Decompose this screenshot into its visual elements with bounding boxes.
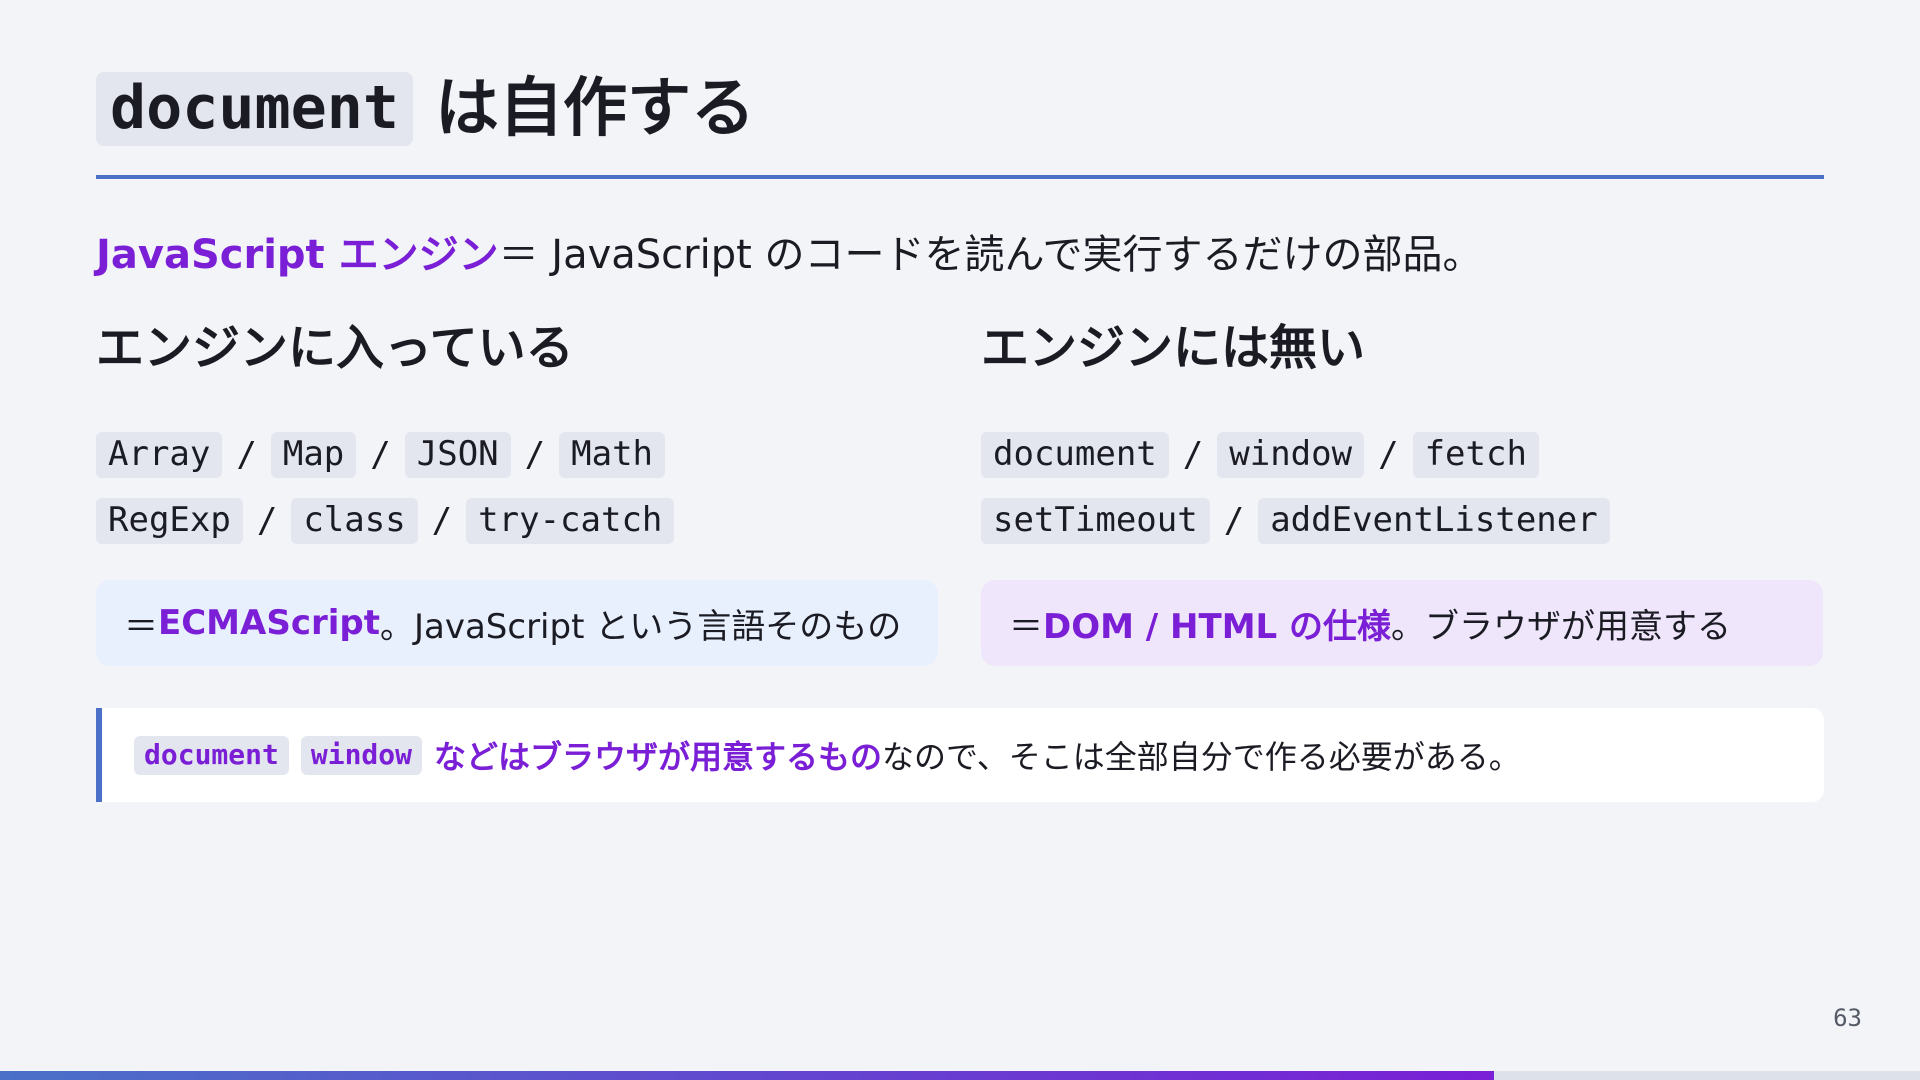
- lead-sentence: JavaScript エンジン＝ JavaScript のコードを読んで実行する…: [96, 222, 1483, 280]
- code-chip: Map: [270, 432, 357, 478]
- slide-progress-fill: [0, 1071, 1494, 1080]
- note-code-chip: document: [134, 735, 289, 775]
- callout-text: 。JavaScript という言語そのもの: [379, 606, 902, 647]
- separator: /: [256, 501, 278, 541]
- title-code: document: [96, 72, 413, 146]
- right-heading: エンジンには無い: [981, 320, 1366, 376]
- lead-highlight: JavaScript エンジン: [96, 232, 499, 278]
- ecmascript-callout: ＝ ECMAScript 。JavaScript という言語そのもの: [96, 580, 938, 666]
- code-chip: fetch: [1412, 432, 1539, 478]
- code-chip: Math: [559, 432, 666, 478]
- code-chip: window: [1217, 432, 1365, 478]
- code-chip: Array: [96, 432, 223, 478]
- right-line-1: document / window / fetch: [981, 432, 1539, 478]
- separator: /: [1182, 435, 1204, 475]
- code-chip: RegExp: [96, 498, 243, 544]
- callout-prefix: ＝: [124, 606, 158, 647]
- code-chip: addEventListener: [1258, 498, 1610, 544]
- left-line-1: Array / Map / JSON / Math: [96, 432, 666, 478]
- callout-highlight: ECMAScript: [158, 603, 380, 643]
- separator: /: [370, 435, 391, 475]
- callout-highlight: DOM / HTML の仕様: [1043, 606, 1392, 647]
- note-sentence: などはブラウザが用意するものなので、そこは全部自分で作る必要がある。: [434, 732, 1521, 778]
- lead-text: ＝ JavaScript のコードを読んで実行するだけの部品。: [498, 232, 1483, 278]
- code-chip: setTimeout: [981, 498, 1210, 544]
- slide-title: document は自作する: [96, 72, 755, 146]
- title-divider: [96, 175, 1824, 179]
- code-chip: class: [291, 498, 418, 544]
- note-text: なので、そこは全部自分で作る必要がある。: [882, 738, 1521, 776]
- note-code-chip: window: [300, 735, 423, 775]
- title-text: は自作する: [434, 72, 755, 146]
- callout-text: 。ブラウザが用意する: [1391, 606, 1732, 647]
- callout-prefix: ＝: [1009, 606, 1043, 647]
- separator: /: [524, 435, 546, 475]
- page-number: 63: [1833, 1004, 1862, 1032]
- separator: /: [236, 435, 257, 475]
- separator: /: [1378, 435, 1399, 475]
- left-heading: エンジンに入っている: [96, 320, 574, 376]
- code-chip: try-catch: [466, 498, 675, 544]
- right-line-2: setTimeout / addEventListener: [981, 498, 1610, 544]
- dom-callout: ＝ DOM / HTML の仕様 。ブラウザが用意する: [981, 580, 1823, 666]
- separator: /: [1223, 501, 1245, 541]
- summary-note: document window などはブラウザが用意するものなので、そこは全部自…: [96, 708, 1824, 802]
- slide-progress-bar: [0, 1071, 1920, 1080]
- separator: /: [431, 501, 453, 541]
- note-highlight: などはブラウザが用意するもの: [434, 738, 883, 776]
- code-chip: JSON: [404, 432, 511, 478]
- code-chip: document: [981, 432, 1169, 478]
- left-line-2: RegExp / class / try-catch: [96, 498, 675, 544]
